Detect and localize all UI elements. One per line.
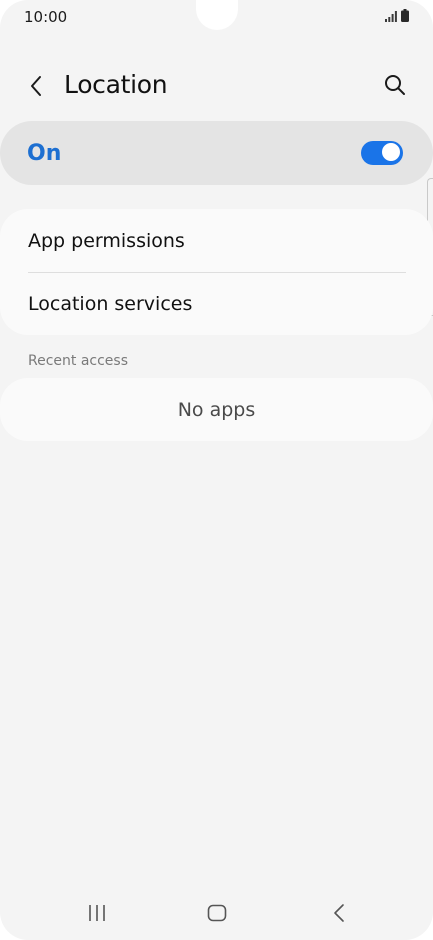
back-icon (334, 904, 344, 922)
back-button[interactable] (20, 70, 52, 102)
menu-item-location-services[interactable]: Location services (0, 272, 433, 335)
location-menu-card: App permissions Location services (0, 209, 433, 335)
location-master-toggle-row[interactable]: On (0, 121, 433, 185)
menu-item-label: App permissions (28, 229, 185, 252)
status-bar: 10:00 (0, 0, 433, 34)
signal-icon (385, 9, 397, 27)
recent-access-card: No apps (0, 378, 433, 441)
chevron-left-icon (31, 76, 41, 96)
battery-icon (401, 9, 409, 27)
empty-state-text: No apps (177, 398, 256, 421)
phone-screen: 10:00 Location On App permissions Locati… (0, 0, 433, 940)
navigation-bar (0, 890, 433, 936)
home-icon (207, 904, 227, 922)
section-label-recent-access: Recent access (28, 353, 129, 369)
search-button[interactable] (379, 69, 411, 101)
nav-back-button[interactable] (322, 898, 356, 928)
switch-knob (381, 142, 401, 162)
toggle-state-label: On (27, 141, 62, 166)
status-time: 10:00 (24, 8, 68, 26)
location-switch[interactable] (361, 141, 403, 165)
recents-button[interactable] (80, 898, 114, 928)
app-bar: Location (0, 60, 433, 110)
recents-icon (89, 905, 105, 921)
status-icons (385, 9, 409, 27)
search-icon (385, 75, 405, 95)
menu-item-label: Location services (28, 292, 193, 315)
menu-item-app-permissions[interactable]: App permissions (0, 209, 433, 272)
page-title: Location (64, 70, 168, 99)
home-button[interactable] (200, 898, 234, 928)
